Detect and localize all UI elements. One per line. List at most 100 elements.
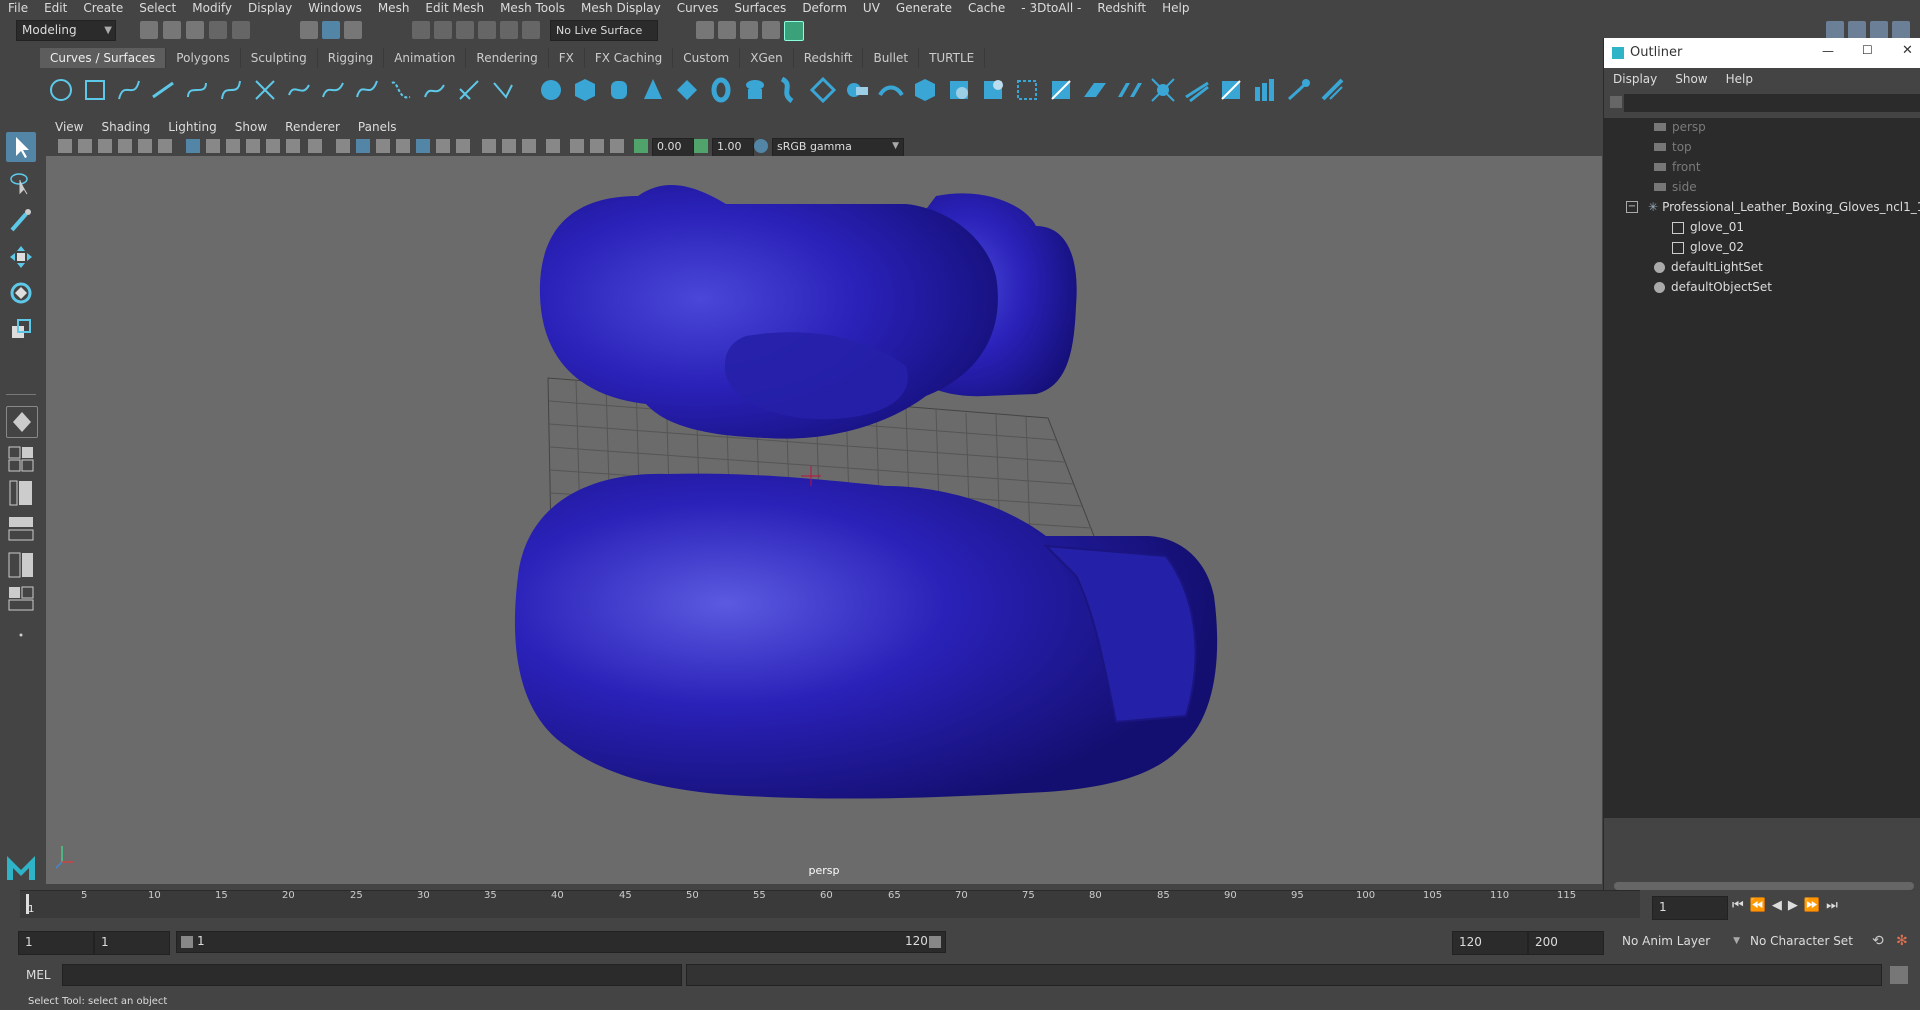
menu-cache[interactable]: Cache bbox=[960, 0, 1013, 16]
time-slider[interactable]: 1 5 10 15 20 25 30 35 40 45 50 55 60 65 … bbox=[20, 890, 1640, 920]
xray-components-icon[interactable] bbox=[610, 139, 624, 153]
insert-knot-icon[interactable] bbox=[320, 77, 346, 103]
step-back-frame-icon[interactable]: ◀ bbox=[1772, 898, 1788, 913]
use-all-lights-icon[interactable] bbox=[436, 139, 450, 153]
gamma-icon[interactable] bbox=[694, 139, 708, 153]
panel-menu-show[interactable]: Show bbox=[226, 118, 276, 136]
tab-fx[interactable]: FX bbox=[549, 48, 585, 68]
close-icon[interactable]: ✕ bbox=[1902, 43, 1913, 58]
snap-view-plane-icon[interactable] bbox=[478, 21, 496, 39]
ep-curve-icon[interactable] bbox=[150, 77, 176, 103]
nurbs-cylinder-icon[interactable] bbox=[606, 77, 632, 103]
xray-icon[interactable] bbox=[570, 139, 584, 153]
nurbs-circle-icon[interactable] bbox=[48, 77, 74, 103]
menu-redshift[interactable]: Redshift bbox=[1089, 0, 1154, 16]
animation-preferences-icon[interactable]: ✻ bbox=[1896, 933, 1908, 949]
step-forward-key-icon[interactable]: ⏩ bbox=[1804, 898, 1826, 913]
channel-box-icon[interactable] bbox=[1892, 21, 1910, 39]
nurbs-cube-icon[interactable] bbox=[572, 77, 598, 103]
collapse-toggle-icon[interactable]: − bbox=[1626, 201, 1638, 213]
script-editor-layout-icon[interactable] bbox=[6, 584, 36, 614]
panel-menu-lighting[interactable]: Lighting bbox=[159, 118, 226, 136]
persp-graph-layout-icon[interactable] bbox=[6, 514, 36, 544]
viewport-scene[interactable] bbox=[46, 156, 1602, 884]
bookmarks-icon[interactable] bbox=[98, 139, 112, 153]
tab-redshift[interactable]: Redshift bbox=[794, 48, 864, 68]
select-camera-icon[interactable] bbox=[58, 139, 72, 153]
tab-sculpting[interactable]: Sculpting bbox=[241, 48, 318, 68]
toolbox-more-icon[interactable] bbox=[6, 620, 36, 650]
new-scene-icon[interactable] bbox=[140, 21, 158, 39]
menu-3dtoall[interactable]: - 3DtoAll - bbox=[1013, 0, 1089, 16]
insert-isoparms-icon[interactable] bbox=[1184, 77, 1210, 103]
live-surface-field[interactable]: No Live Surface bbox=[550, 20, 658, 41]
rebuild-curve-icon[interactable] bbox=[422, 77, 448, 103]
four-view-layout-icon[interactable] bbox=[6, 444, 36, 474]
revolve-icon[interactable] bbox=[742, 77, 768, 103]
outliner-search-input[interactable] bbox=[1624, 94, 1920, 112]
persp-outliner-layout-icon[interactable] bbox=[6, 478, 36, 508]
script-editor-icon[interactable] bbox=[1890, 966, 1908, 984]
trim-tool-icon[interactable] bbox=[1014, 77, 1040, 103]
detach-surfaces-icon[interactable] bbox=[1116, 77, 1142, 103]
project-curve-icon[interactable] bbox=[980, 77, 1006, 103]
menu-mesh-display[interactable]: Mesh Display bbox=[573, 0, 669, 16]
exposure-field[interactable]: 0.00 bbox=[652, 138, 694, 157]
outliner-menu-help[interactable]: Help bbox=[1717, 70, 1762, 88]
birail-icon[interactable] bbox=[878, 77, 904, 103]
default-material-icon[interactable] bbox=[376, 139, 390, 153]
offset-curve-icon[interactable] bbox=[388, 77, 414, 103]
menu-deform[interactable]: Deform bbox=[794, 0, 855, 16]
field-chart-icon[interactable] bbox=[266, 139, 280, 153]
safe-action-icon[interactable] bbox=[286, 139, 300, 153]
untrim-icon[interactable] bbox=[1048, 77, 1074, 103]
tab-polygons[interactable]: Polygons bbox=[166, 48, 241, 68]
tab-custom[interactable]: Custom bbox=[673, 48, 741, 68]
menu-edit[interactable]: Edit bbox=[36, 0, 75, 16]
persp-hypershade-layout-icon[interactable] bbox=[6, 550, 36, 580]
bevel-plus-icon[interactable] bbox=[912, 77, 938, 103]
move-tool-icon[interactable] bbox=[6, 242, 36, 272]
undo-icon[interactable] bbox=[209, 21, 227, 39]
2d-pan-zoom-icon[interactable] bbox=[138, 139, 152, 153]
nurbs-torus-icon[interactable] bbox=[708, 77, 734, 103]
menu-mesh-tools[interactable]: Mesh Tools bbox=[492, 0, 573, 16]
make-live-icon[interactable] bbox=[500, 21, 518, 39]
outliner-item-default-object-set[interactable]: defaultObjectSet bbox=[1654, 278, 1772, 296]
surface-editing-icon[interactable] bbox=[1320, 77, 1346, 103]
menu-generate[interactable]: Generate bbox=[888, 0, 960, 16]
gamma-field[interactable]: 1.00 bbox=[712, 138, 754, 157]
single-perspective-layout-icon[interactable] bbox=[6, 406, 38, 438]
extend-curve-icon[interactable] bbox=[354, 77, 380, 103]
resolution-gate-icon[interactable] bbox=[226, 139, 240, 153]
scale-tool-icon[interactable] bbox=[6, 314, 36, 344]
open-close-surfaces-icon[interactable] bbox=[1150, 77, 1176, 103]
camera-attributes-icon[interactable] bbox=[78, 139, 92, 153]
tab-xgen[interactable]: XGen bbox=[740, 48, 794, 68]
loft-icon[interactable] bbox=[776, 77, 802, 103]
isolate-select-icon[interactable] bbox=[546, 139, 560, 153]
menu-select[interactable]: Select bbox=[131, 0, 184, 16]
textured-icon[interactable] bbox=[416, 139, 430, 153]
redo-icon[interactable] bbox=[232, 21, 250, 39]
render-view-icon[interactable] bbox=[762, 21, 780, 39]
tool-settings-icon[interactable] bbox=[1870, 21, 1888, 39]
motion-blur-icon[interactable] bbox=[502, 139, 516, 153]
outliner-item-default-light-set[interactable]: defaultLightSet bbox=[1654, 258, 1763, 276]
outliner-item-persp[interactable]: persp bbox=[1654, 118, 1706, 136]
wireframe-icon[interactable] bbox=[336, 139, 350, 153]
wireframe-on-shaded-icon[interactable] bbox=[396, 139, 410, 153]
go-to-end-icon[interactable]: ⏭ bbox=[1826, 898, 1844, 913]
nurbs-plane-icon[interactable] bbox=[674, 77, 700, 103]
open-scene-icon[interactable] bbox=[163, 21, 181, 39]
xray-joints-icon[interactable] bbox=[590, 139, 604, 153]
scene-end-field[interactable]: 200 bbox=[1528, 931, 1604, 955]
grease-pencil-icon[interactable] bbox=[158, 139, 172, 153]
rotate-tool-icon[interactable] bbox=[6, 278, 36, 308]
paint-select-tool-icon[interactable] bbox=[6, 206, 36, 236]
select-by-component-icon[interactable] bbox=[344, 21, 362, 39]
menu-uv[interactable]: UV bbox=[855, 0, 888, 16]
scene-start-field[interactable]: 1 bbox=[18, 931, 94, 955]
screen-space-ao-icon[interactable] bbox=[482, 139, 496, 153]
outliner-item-group[interactable]: ✳ Professional_Leather_Boxing_Gloves_ncl1… bbox=[1648, 198, 1920, 216]
